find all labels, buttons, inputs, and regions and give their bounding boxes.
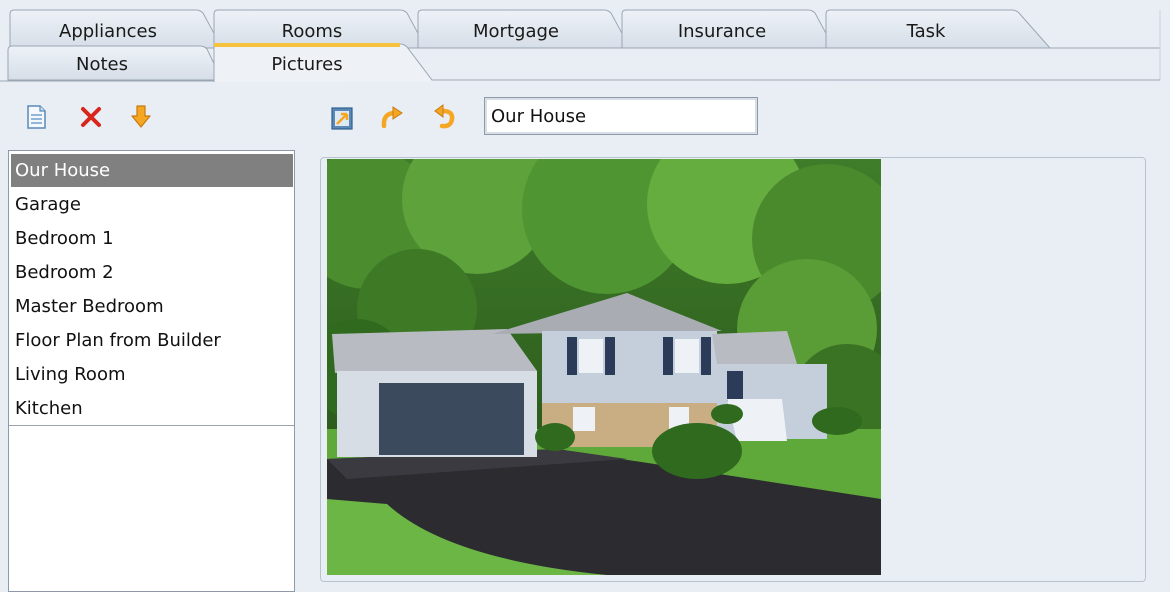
list-item-living-room[interactable]: Living Room bbox=[11, 358, 293, 391]
list-item-bedroom-2[interactable]: Bedroom 2 bbox=[11, 256, 293, 289]
list-item-kitchen[interactable]: Kitchen bbox=[11, 392, 293, 425]
rotate-right-icon[interactable] bbox=[378, 104, 406, 132]
rotate-left-icon[interactable] bbox=[430, 104, 458, 132]
tab-mortgage[interactable]: Mortgage bbox=[436, 21, 596, 42]
move-down-icon[interactable] bbox=[127, 103, 155, 131]
list-item-master-bedroom[interactable]: Master Bedroom bbox=[11, 290, 293, 323]
tab-rooms[interactable]: Rooms bbox=[232, 21, 392, 42]
list-item-bedroom-1[interactable]: Bedroom 1 bbox=[11, 222, 293, 255]
tab-appliances[interactable]: Appliances bbox=[28, 21, 188, 42]
list-item-garage[interactable]: Garage bbox=[11, 188, 293, 221]
tab-insurance[interactable]: Insurance bbox=[642, 21, 802, 42]
tab-notes[interactable]: Notes bbox=[22, 54, 182, 75]
load-picture-icon[interactable] bbox=[328, 104, 356, 132]
list-item-floor-plan[interactable]: Floor Plan from Builder bbox=[11, 324, 293, 357]
picture-name-input[interactable] bbox=[484, 97, 758, 135]
tab-pictures[interactable]: Pictures bbox=[227, 54, 387, 75]
picture-list[interactable]: Our House Garage Bedroom 1 Bedroom 2 Mas… bbox=[8, 150, 295, 592]
tab-task[interactable]: Task bbox=[846, 21, 1006, 42]
delete-icon[interactable] bbox=[77, 103, 105, 131]
active-tab-accent bbox=[214, 43, 400, 47]
tab-strip: Appliances Rooms Mortgage Insurance Task… bbox=[0, 0, 1170, 82]
house-photo bbox=[327, 159, 881, 575]
picture-list-items: Our House Garage Bedroom 1 Bedroom 2 Mas… bbox=[9, 151, 294, 426]
list-item-our-house[interactable]: Our House bbox=[11, 154, 293, 187]
new-document-icon[interactable] bbox=[22, 103, 50, 131]
